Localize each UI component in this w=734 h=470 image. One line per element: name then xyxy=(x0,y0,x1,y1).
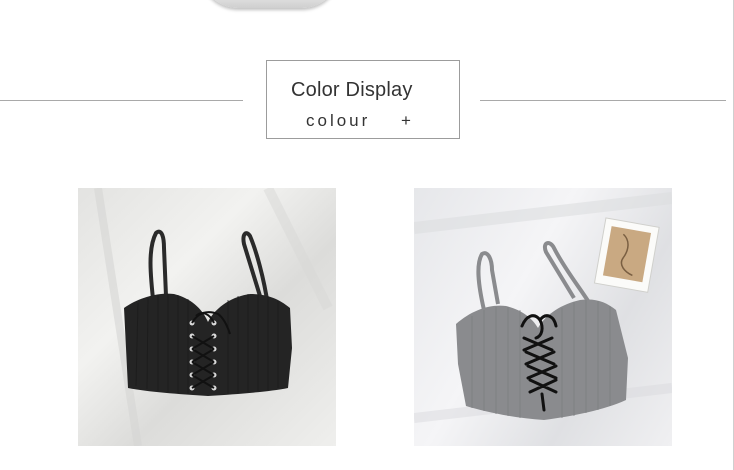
product-photo-gray[interactable] xyxy=(414,188,672,446)
divider-right xyxy=(480,100,726,101)
top-product-image-fragment xyxy=(200,0,340,8)
divider-left xyxy=(0,100,243,101)
gray-cami-illustration xyxy=(414,192,672,423)
postcard-photo xyxy=(593,217,660,293)
product-photo-black[interactable] xyxy=(78,188,336,446)
color-display-header: Color Display colour + xyxy=(266,60,460,139)
section-subtitle: colour xyxy=(306,111,371,130)
plus-icon: + xyxy=(401,111,411,130)
section-title: Color Display xyxy=(291,79,413,101)
black-cami-illustration xyxy=(94,188,333,446)
